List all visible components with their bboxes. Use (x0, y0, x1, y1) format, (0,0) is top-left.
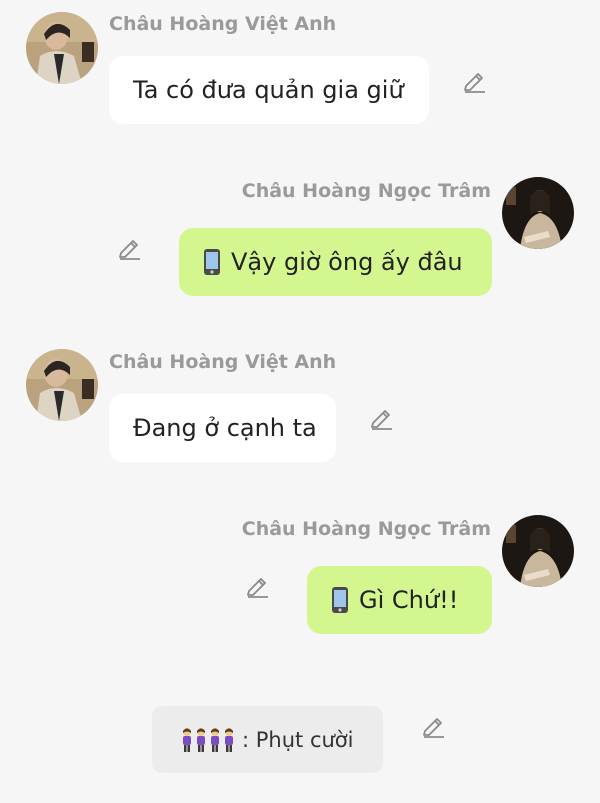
message-text: Vậy giờ ông ấy đâu (231, 248, 463, 276)
sender-name: Châu Hoàng Việt Anh (109, 351, 337, 373)
message-text: Ta có đưa quản gia giữ (133, 76, 404, 104)
sender-name: Châu Hoàng Ngọc Trâm (241, 518, 491, 540)
avatar-viet-anh[interactable] (26, 12, 98, 84)
avatar-ngoc-tram[interactable] (502, 177, 574, 249)
message-bubble[interactable]: Gì Chứ!! (307, 566, 492, 634)
edit-pencil-icon[interactable] (420, 715, 446, 741)
edit-pencil-icon[interactable] (368, 407, 394, 433)
avatar-ngoc-tram[interactable] (502, 515, 574, 587)
sender-name: Châu Hoàng Việt Anh (109, 13, 337, 35)
message-bubble[interactable]: Vậy giờ ông ấy đâu (179, 228, 492, 296)
sender-name: Châu Hoàng Ngọc Trâm (241, 180, 491, 202)
edit-pencil-icon[interactable] (461, 70, 487, 96)
message-bubble[interactable]: Ta có đưa quản gia giữ (109, 56, 429, 124)
message-text: Gì Chứ!! (359, 586, 459, 614)
mobile-phone-icon (331, 586, 349, 614)
mobile-phone-icon (203, 248, 221, 276)
edit-pencil-icon[interactable] (116, 237, 142, 263)
system-action-bubble[interactable]: : Phụt cười (152, 706, 383, 773)
avatar-viet-anh[interactable] (26, 349, 98, 421)
system-message-text: : Phụt cười (242, 727, 354, 752)
message-text: Đang ở cạnh ta (133, 414, 317, 442)
edit-pencil-icon[interactable] (244, 575, 270, 601)
people-holding-hands-icon (180, 727, 236, 753)
message-bubble[interactable]: Đang ở cạnh ta (109, 394, 336, 462)
